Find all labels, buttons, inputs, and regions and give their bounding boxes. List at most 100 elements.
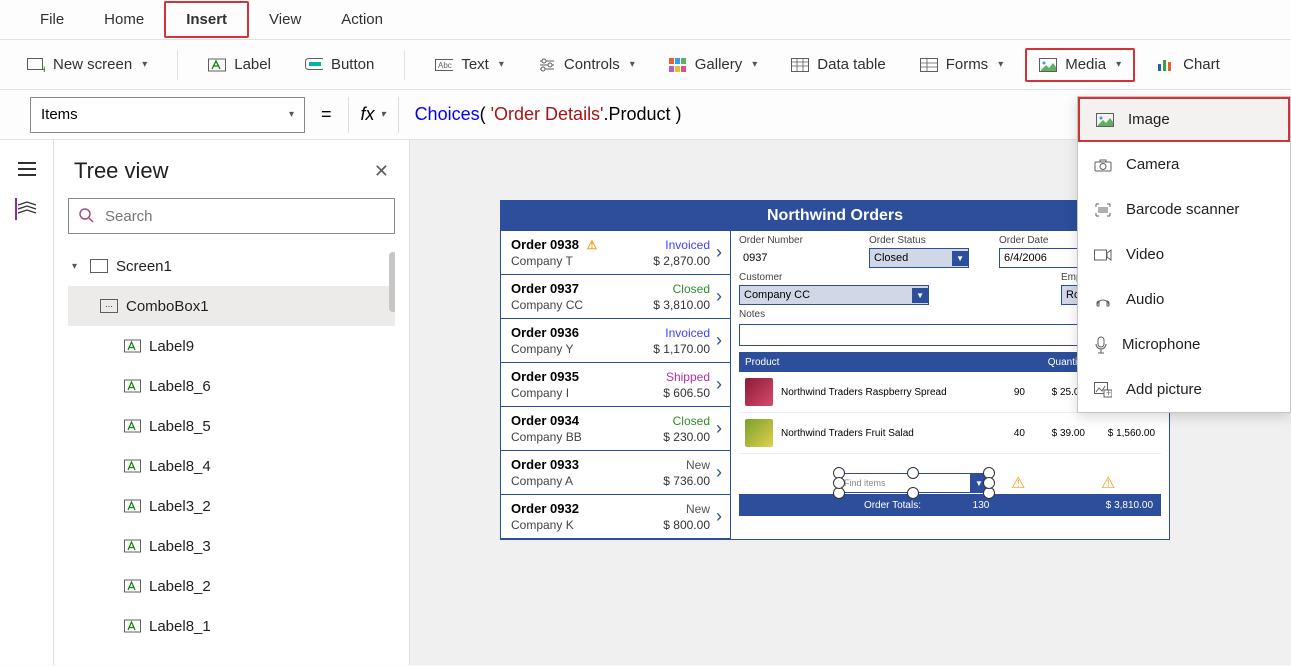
tree-item[interactable]: Label8_5	[68, 406, 395, 446]
tree-item[interactable]: Label8_3	[68, 526, 395, 566]
chevron-down-icon: ▾	[998, 59, 1003, 70]
audio-icon	[1094, 292, 1112, 308]
tree-item[interactable]: Label3_2	[68, 486, 395, 526]
tree-item[interactable]: Label9	[68, 326, 395, 366]
order-list-item[interactable]: Order 0933Company A New$ 736.00›	[501, 451, 730, 495]
media-menu-barcode-scanner[interactable]: Barcode scanner	[1078, 187, 1290, 232]
status-dropdown[interactable]: Closed	[869, 248, 969, 268]
tree-item[interactable]: Label8_6	[68, 366, 395, 406]
menu-home[interactable]: Home	[84, 3, 164, 36]
label-button[interactable]: Label	[196, 50, 283, 80]
left-rail	[0, 140, 54, 665]
button-label: Button	[331, 56, 374, 73]
product-qty: 90	[975, 387, 1025, 398]
new-screen-button[interactable]: + New screen▾	[15, 50, 159, 80]
chart-button[interactable]: Chart	[1145, 50, 1232, 80]
tree-item[interactable]: Label8_1	[68, 606, 395, 646]
product-image	[745, 419, 773, 447]
property-selector[interactable]: Items ▾	[30, 97, 305, 133]
media-button[interactable]: Media ▾	[1025, 48, 1135, 82]
product-name: Northwind Traders Fruit Salad	[781, 428, 975, 439]
tree-list: ▾ Screen1 ⋯ComboBox1Label9 Label8_6 Label8…	[68, 246, 395, 666]
media-menu-audio[interactable]: Audio	[1078, 277, 1290, 322]
menu-file[interactable]: File	[20, 3, 84, 36]
divider	[177, 50, 178, 80]
tree-item[interactable]: Label8_4	[68, 446, 395, 486]
media-menu-label: Video	[1126, 246, 1164, 263]
tree-item[interactable]: Label8_2	[68, 566, 395, 606]
menu-action[interactable]: Action	[321, 3, 403, 36]
order-list-item[interactable]: Order 0935Company I Shipped$ 606.50›	[501, 363, 730, 407]
order-list-item[interactable]: Order 0937Company CC Closed$ 3,810.00›	[501, 275, 730, 319]
product-ext: $ 1,560.00	[1085, 428, 1155, 439]
controls-button[interactable]: Controls▾	[526, 50, 647, 80]
new-screen-icon: +	[27, 56, 45, 74]
order-status: New	[686, 502, 710, 516]
menu-view[interactable]: View	[249, 3, 321, 36]
order-company: Company BB	[511, 430, 582, 444]
product-line[interactable]: Northwind Traders Fruit Salad 40 $ 39.00…	[739, 413, 1161, 454]
text-button[interactable]: Abc Text▾	[423, 50, 516, 80]
tree-title: Tree view	[74, 158, 169, 184]
button-button[interactable]: Button	[293, 50, 386, 80]
tree-label: Label8_2	[149, 578, 211, 595]
order-list-item[interactable]: Order 0934Company BB Closed$ 230.00›	[501, 407, 730, 451]
fx-button[interactable]: fx▾	[348, 97, 399, 133]
chevron-right-icon: ›	[716, 462, 722, 483]
media-menu-image[interactable]: Image	[1078, 97, 1290, 142]
media-menu-add-picture[interactable]: + Add picture	[1078, 367, 1290, 412]
tree-item-screen[interactable]: ▾ Screen1	[68, 246, 395, 286]
forms-button[interactable]: Forms ▾	[908, 50, 1016, 80]
order-list-item[interactable]: Order 0936Company Y Invoiced$ 1,170.00›	[501, 319, 730, 363]
order-amount: $ 736.00	[663, 474, 710, 488]
col-qty: Quantity	[1025, 357, 1085, 368]
chevron-down-icon: ▾	[1116, 59, 1121, 70]
gallery-button[interactable]: Gallery▾	[657, 50, 770, 80]
customer-label: Customer	[739, 272, 1031, 283]
menu-insert[interactable]: Insert	[164, 1, 249, 38]
datatable-icon	[791, 56, 809, 74]
barcode-scanner-icon	[1094, 202, 1112, 218]
chevron-right-icon: ›	[716, 506, 722, 527]
formula-input[interactable]: Choices( 'Order Details'.Product )	[409, 104, 682, 126]
label-icon	[124, 419, 141, 434]
tree-label: Label8_3	[149, 538, 211, 555]
search-input[interactable]	[105, 208, 384, 225]
media-menu-microphone[interactable]: Microphone	[1078, 322, 1290, 367]
warning-icon: ⚠	[587, 238, 598, 252]
media-menu-video[interactable]: Video	[1078, 232, 1290, 277]
scrollbar[interactable]	[389, 252, 395, 312]
new-screen-label: New screen	[53, 56, 132, 73]
media-label: Media	[1065, 56, 1106, 73]
controls-icon	[538, 56, 556, 74]
order-id: Order 0936	[511, 325, 579, 340]
gallery-label: Gallery	[695, 56, 743, 73]
combobox-selection[interactable]: Find items ⚠ ⚠	[781, 469, 1031, 497]
order-list-item[interactable]: Order 0932Company K New$ 800.00›	[501, 495, 730, 539]
chevron-right-icon: ›	[716, 242, 722, 263]
order-list-item[interactable]: Order 0938 ⚠Company T Invoiced$ 2,870.00…	[501, 231, 730, 275]
formula-member: .Product	[604, 104, 671, 124]
menu-bar: File Home Insert View Action	[0, 0, 1291, 40]
close-icon[interactable]: ✕	[374, 161, 389, 182]
divider	[404, 50, 405, 80]
order-company: Company CC	[511, 298, 583, 312]
chevron-right-icon: ›	[716, 330, 722, 351]
formula-fn: Choices	[415, 104, 480, 124]
order-id: Order 0937	[511, 281, 583, 296]
tree-search[interactable]	[68, 198, 395, 234]
chevron-down-icon: ▾	[630, 59, 635, 70]
order-status: New	[686, 458, 710, 472]
media-menu-camera[interactable]: Camera	[1078, 142, 1290, 187]
hamburger-icon[interactable]	[16, 158, 38, 180]
forms-label: Forms	[946, 56, 989, 73]
tree-view-icon[interactable]	[15, 198, 37, 220]
customer-dropdown[interactable]: Company CC	[739, 285, 929, 305]
datatable-button[interactable]: Data table	[779, 50, 897, 80]
tree-label: Label8_6	[149, 378, 211, 395]
tree-item[interactable]: ⋯ComboBox1	[68, 286, 395, 326]
gallery-icon	[669, 56, 687, 74]
order-id: Order 0934	[511, 413, 582, 428]
product-price: $ 39.00	[1025, 428, 1085, 439]
order-company: Company A	[511, 474, 579, 488]
